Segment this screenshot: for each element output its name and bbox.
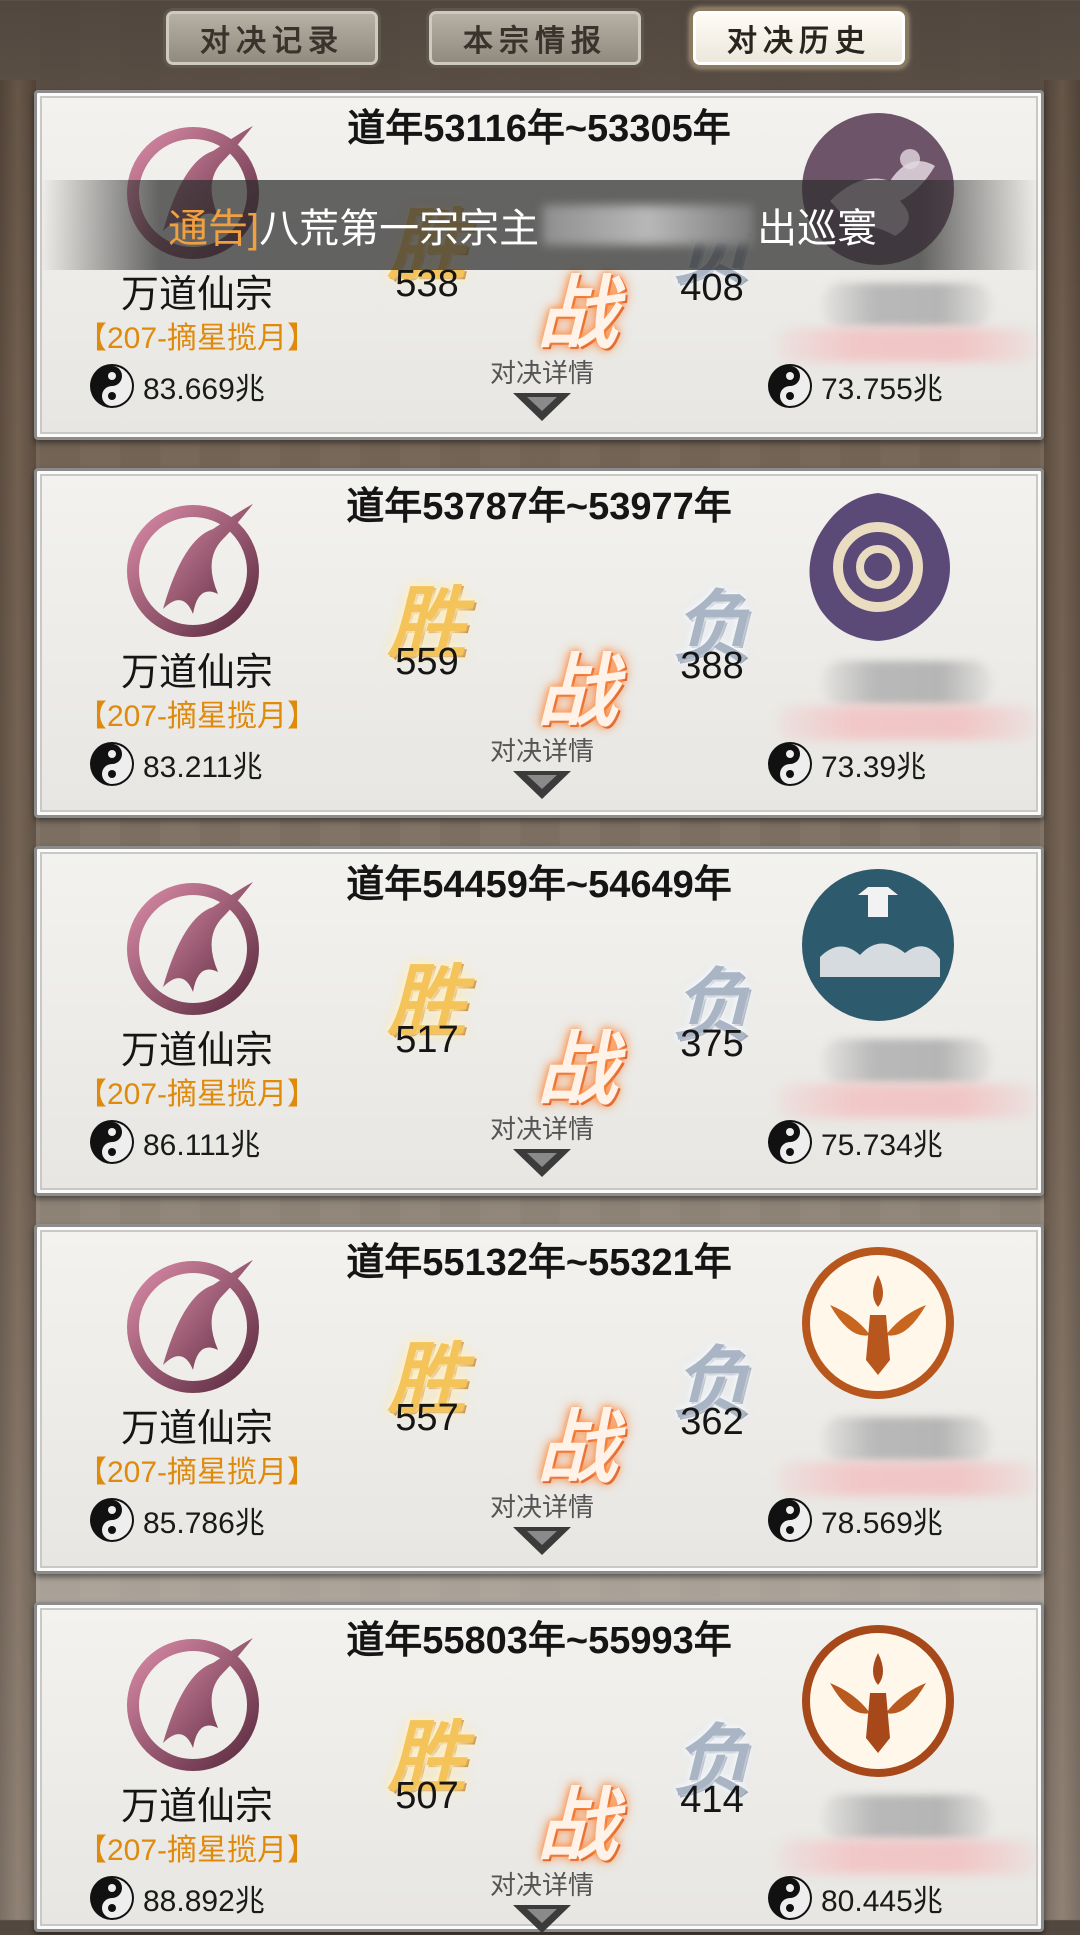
dragon-emblem-icon xyxy=(127,504,259,637)
our-server-tag: 【207-摘星揽月】 xyxy=(77,700,318,733)
enemy-name-redacted xyxy=(822,1417,992,1461)
our-power-value: 88.892兆 xyxy=(143,1885,265,1918)
our-power-value: 85.786兆 xyxy=(143,1507,265,1540)
loss-count: 362 xyxy=(680,1401,744,1443)
our-sect-name: 万道仙宗 xyxy=(120,1786,273,1828)
our-server-tag: 【207-摘星揽月】 xyxy=(77,322,318,355)
enemy-power-value: 73.755兆 xyxy=(821,373,943,406)
cloud-pagoda-emblem-icon xyxy=(802,869,954,1021)
announcement-banner: 通告] 八荒第一宗宗主 出巡寰 xyxy=(40,180,1040,270)
enemy-tag-redacted xyxy=(777,1840,1037,1874)
announcement-tag: 通告] xyxy=(168,207,260,251)
yin-yang-icon xyxy=(90,742,134,786)
our-power-value: 83.669兆 xyxy=(143,373,265,406)
win-count: 517 xyxy=(395,1019,459,1061)
our-server-tag: 【207-摘星揽月】 xyxy=(77,1456,318,1489)
tab-bar: 对决记录 本宗情报 对决历史 xyxy=(0,8,1080,72)
dragon-emblem-icon xyxy=(127,1260,259,1393)
duel-detail-link[interactable]: 对决详情 xyxy=(452,353,632,390)
history-card-3: 道年54459年~54649年 万道仙宗 【207-摘星揽月】 86.111兆 … xyxy=(34,846,1044,1196)
loss-count: 414 xyxy=(680,1779,744,1821)
dragon-emblem-icon xyxy=(127,1638,259,1771)
yin-yang-icon xyxy=(768,742,812,786)
dragon-emblem-icon xyxy=(127,882,259,1015)
enemy-power-value: 75.734兆 xyxy=(821,1129,943,1162)
background-pillar-left xyxy=(0,80,36,1920)
loss-count: 375 xyxy=(680,1023,744,1065)
tab-duel-record[interactable]: 对决记录 xyxy=(163,8,381,68)
enemy-tag-redacted xyxy=(777,706,1037,740)
enemy-tag-redacted xyxy=(777,1462,1037,1496)
our-power: 83.211兆 xyxy=(89,739,263,789)
duel-detail-link[interactable]: 对决详情 xyxy=(452,731,632,768)
tab-sect-intel[interactable]: 本宗情报 xyxy=(426,8,644,68)
enemy-name-redacted xyxy=(822,1795,992,1839)
phoenix-emblem-icon xyxy=(802,1625,954,1777)
enemy-power: 73.39兆 xyxy=(767,739,926,789)
enemy-name-redacted xyxy=(822,1039,992,1083)
our-server-tag: 【207-摘星揽月】 xyxy=(77,1078,318,1111)
our-sect-name: 万道仙宗 xyxy=(120,1030,273,1072)
enemy-power: 80.445兆 xyxy=(767,1873,943,1923)
our-sect-name: 万道仙宗 xyxy=(120,652,273,694)
expand-arrow-icon[interactable] xyxy=(511,389,573,423)
duel-detail-link[interactable]: 对决详情 xyxy=(452,1109,632,1146)
yin-yang-icon xyxy=(768,1876,812,1920)
our-sect-name: 万道仙宗 xyxy=(120,1408,273,1450)
loss-count: 408 xyxy=(680,267,744,309)
yin-yang-icon xyxy=(90,1876,134,1920)
expand-arrow-icon[interactable] xyxy=(511,1901,573,1935)
enemy-power-value: 80.445兆 xyxy=(821,1885,943,1918)
duel-detail-link[interactable]: 对决详情 xyxy=(452,1487,632,1524)
enemy-name-redacted xyxy=(822,661,992,705)
swirl-flower-emblem-icon xyxy=(809,493,950,641)
yin-yang-icon xyxy=(90,1498,134,1542)
win-count: 559 xyxy=(395,641,459,683)
enemy-tag-redacted xyxy=(777,1084,1037,1118)
our-power: 83.669兆 xyxy=(89,361,265,411)
enemy-power-value: 78.569兆 xyxy=(821,1507,943,1540)
expand-arrow-icon[interactable] xyxy=(511,1523,573,1557)
enemy-name-redacted xyxy=(822,283,992,327)
yin-yang-icon xyxy=(768,1498,812,1542)
yin-yang-icon xyxy=(768,1120,812,1164)
our-sect-name: 万道仙宗 xyxy=(120,274,273,316)
announcement-name-redacted xyxy=(543,205,754,245)
enemy-power: 75.734兆 xyxy=(767,1117,943,1167)
phoenix-emblem-icon xyxy=(802,1247,954,1399)
history-card-5: 道年55803年~55993年 万道仙宗 【207-摘星揽月】 88.892兆 … xyxy=(34,1602,1044,1935)
enemy-power-value: 73.39兆 xyxy=(821,751,927,784)
yin-yang-icon xyxy=(90,1120,134,1164)
tab-duel-history[interactable]: 对决历史 xyxy=(690,8,908,68)
our-power-value: 83.211兆 xyxy=(143,751,263,784)
expand-arrow-icon[interactable] xyxy=(511,1145,573,1179)
our-power: 85.786兆 xyxy=(89,1495,265,1545)
duel-detail-link[interactable]: 对决详情 xyxy=(452,1865,632,1902)
win-count: 507 xyxy=(395,1775,459,1817)
yin-yang-icon xyxy=(90,364,134,408)
yin-yang-icon xyxy=(768,364,812,408)
history-card-4: 道年55132年~55321年 万道仙宗 【207-摘星揽月】 85.786兆 … xyxy=(34,1224,1044,1574)
our-power: 86.111兆 xyxy=(89,1117,260,1167)
enemy-power: 78.569兆 xyxy=(767,1495,943,1545)
announcement-text-end: 出巡寰 xyxy=(757,207,878,251)
background-pillar-right xyxy=(1044,80,1080,1920)
enemy-power: 73.755兆 xyxy=(767,361,943,411)
our-power-value: 86.111兆 xyxy=(143,1129,261,1162)
announcement-text: 八荒第一宗宗主 xyxy=(259,207,540,251)
expand-arrow-icon[interactable] xyxy=(511,767,573,801)
win-count: 557 xyxy=(395,1397,459,1439)
our-power: 88.892兆 xyxy=(89,1873,265,1923)
our-server-tag: 【207-摘星揽月】 xyxy=(77,1834,318,1867)
history-card-2: 道年53787年~53977年 万道仙宗 【207-摘星揽月】 83.211兆 … xyxy=(34,468,1044,818)
loss-count: 388 xyxy=(680,645,744,687)
enemy-tag-redacted xyxy=(777,328,1037,362)
